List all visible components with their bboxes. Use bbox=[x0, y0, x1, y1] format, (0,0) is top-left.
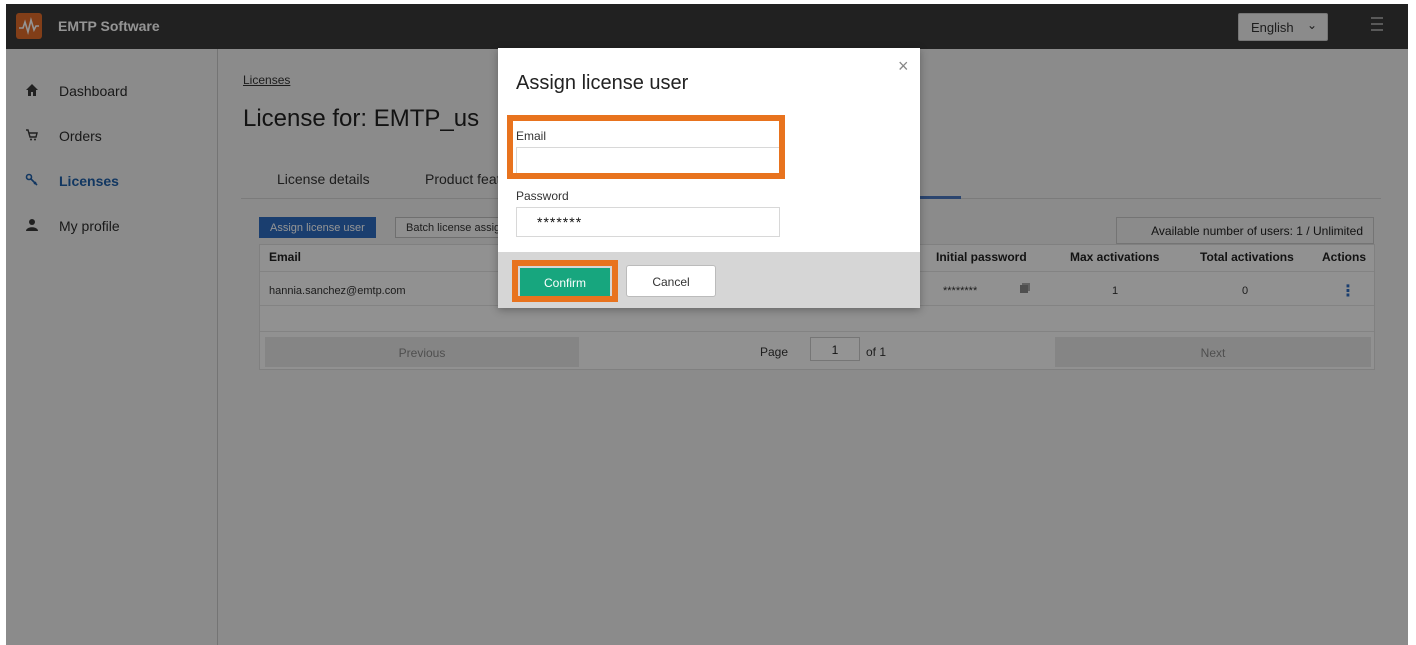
cancel-button[interactable]: Cancel bbox=[626, 265, 716, 297]
close-icon[interactable]: × bbox=[898, 56, 909, 77]
email-highlight-box bbox=[507, 115, 785, 179]
password-field[interactable]: ******* bbox=[516, 207, 780, 237]
dialog-title: Assign license user bbox=[516, 72, 689, 94]
confirm-highlight-box bbox=[512, 260, 618, 302]
assign-license-user-dialog: Assign license user × Email Password ***… bbox=[498, 48, 920, 308]
app-window: EMTP Software English ⌄ Dashboard Orders… bbox=[6, 4, 1408, 645]
dialog-footer: Confirm Cancel bbox=[498, 252, 920, 308]
password-label: Password bbox=[516, 189, 569, 203]
